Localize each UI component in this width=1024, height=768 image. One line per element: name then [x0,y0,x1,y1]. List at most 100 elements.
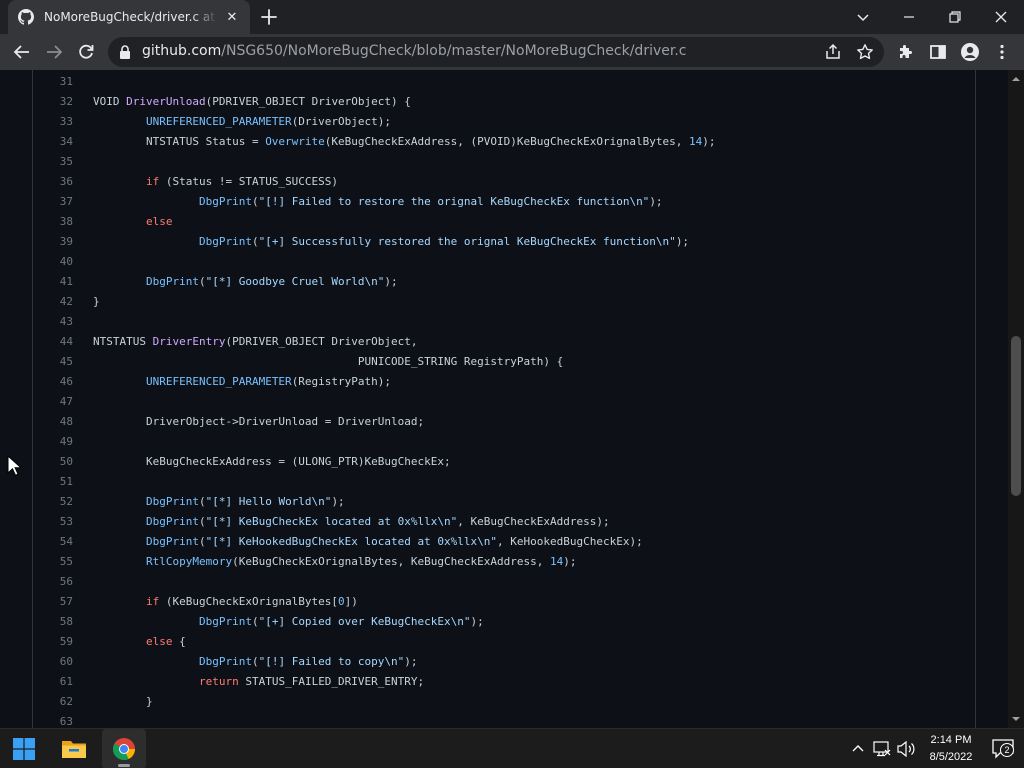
side-panel-button[interactable] [926,40,950,64]
address-bar[interactable]: github.com/NSG650/NoMoreBugCheck/blob/ma… [108,37,884,67]
share-icon[interactable] [824,43,842,61]
code-line: 33 UNREFERENCED_PARAMETER(DriverObject); [33,112,975,132]
extensions-button[interactable] [894,40,918,64]
line-code: DbgPrint("[*] Hello World\n"); [145,495,345,508]
file-explorer-button[interactable] [52,729,96,768]
code-line: 32 VOID DriverUnload(PDRIVER_OBJECT Drive… [33,92,975,112]
line-code: else [145,215,173,228]
reload-button[interactable] [74,40,98,64]
kebab-menu-icon [1000,44,1004,60]
line-number[interactable]: 49 [33,432,73,452]
close-window-button[interactable] [978,0,1024,34]
line-number[interactable]: 40 [33,252,73,272]
page-scrollbar[interactable] [1008,70,1024,728]
windows-logo-icon [13,738,35,760]
restore-button[interactable] [932,0,978,34]
code-line: 36 if (Status != STATUS_SUCCESS) [33,172,975,192]
forward-button[interactable] [42,40,66,64]
line-number[interactable]: 54 [33,532,73,552]
browser-toolbar: github.com/NSG650/NoMoreBugCheck/blob/ma… [0,34,1024,70]
line-number[interactable]: 60 [33,652,73,672]
line-number[interactable]: 51 [33,472,73,492]
line-number[interactable]: 63 [33,712,73,728]
line-number[interactable]: 59 [33,632,73,652]
code-view: 31 32 VOID DriverUnload(PDRIVER_OBJECT Dri… [32,70,976,728]
line-code: VOID DriverUnload(PDRIVER_OBJECT DriverO… [93,95,411,108]
browser-menu-button[interactable] [990,40,1014,64]
back-button[interactable] [10,40,34,64]
chrome-taskbar-button[interactable] [102,729,146,768]
line-number[interactable]: 58 [33,612,73,632]
line-number[interactable]: 38 [33,212,73,232]
line-number[interactable]: 62 [33,692,73,712]
line-code: } [93,295,100,308]
line-number[interactable]: 50 [33,452,73,472]
url-text[interactable]: github.com/NSG650/NoMoreBugCheck/blob/ma… [142,43,686,59]
mouse-cursor-icon [7,455,21,476]
folder-icon [62,741,86,758]
lock-icon[interactable] [118,44,132,60]
line-number[interactable]: 35 [33,152,73,172]
line-number[interactable]: 41 [33,272,73,292]
code-line: 50 KeBugCheckExAddress = (ULONG_PTR)KeBu… [33,452,975,472]
line-number[interactable]: 42 [33,292,73,312]
line-code: DriverObject->DriverUnload = DriverUnloa… [93,415,425,428]
star-icon[interactable] [856,43,874,61]
line-code: DbgPrint("[+] Successfully restored the … [198,235,690,248]
line-code: return STATUS_FAILED_DRIVER_ENTRY; [198,675,425,688]
line-number[interactable]: 31 [33,72,73,92]
arrow-left-icon [13,45,29,59]
line-number[interactable]: 55 [33,552,73,572]
minimize-button[interactable] [886,0,932,34]
line-number[interactable]: 56 [33,572,73,592]
windows-taskbar: 2:14 PM 8/5/2022 2 [0,728,1024,768]
code-line: 41 DbgPrint("[*] Goodbye Cruel World\n")… [33,272,975,292]
line-code: if (Status != STATUS_SUCCESS) [145,175,339,188]
code-line: 40 [33,252,975,272]
line-number[interactable]: 57 [33,592,73,612]
line-code: NTSTATUS DriverEntry(PDRIVER_OBJECT Driv… [93,335,418,348]
show-hidden-icons-button[interactable] [849,740,867,758]
start-button[interactable] [2,729,46,768]
line-code: DbgPrint("[*] KeHookedBugCheckEx located… [145,535,643,548]
line-number[interactable]: 36 [33,172,73,192]
minimize-icon [904,16,914,18]
line-number[interactable]: 34 [33,132,73,152]
line-number[interactable]: 39 [33,232,73,252]
line-number[interactable]: 52 [33,492,73,512]
line-code: DbgPrint("[*] KeBugCheckEx located at 0x… [145,515,610,528]
reload-icon [79,44,94,59]
taskbar-clock[interactable]: 2:14 PM 8/5/2022 [920,732,982,766]
line-number[interactable]: 48 [33,412,73,432]
speaker-icon [897,741,915,757]
scroll-down-icon[interactable] [1011,714,1021,724]
profile-icon [961,43,979,61]
code-line: 45 PUNICODE_STRING RegistryPath) { [33,352,975,372]
line-number[interactable]: 53 [33,512,73,532]
line-number[interactable]: 43 [33,312,73,332]
volume-button[interactable] [897,740,915,758]
line-number[interactable]: 33 [33,112,73,132]
tab-github-driver[interactable]: NoMoreBugCheck/driver.c at master · NSG6… [8,0,250,34]
chevron-up-icon [852,745,864,752]
tab-search-button[interactable] [840,0,886,34]
profile-button[interactable] [958,40,982,64]
scroll-up-icon[interactable] [1011,74,1021,84]
tab-close-button[interactable]: ✕ [224,9,240,25]
code-line: 48 DriverObject->DriverUnload = DriverUn… [33,412,975,432]
line-number[interactable]: 46 [33,372,73,392]
line-code: KeBugCheckExAddress = (ULONG_PTR)KeBugCh… [93,455,451,468]
line-number[interactable]: 32 [33,92,73,112]
line-number[interactable]: 47 [33,392,73,412]
line-number[interactable]: 37 [33,192,73,212]
chrome-icon [113,738,135,760]
network-icon [873,741,891,757]
plus-icon[interactable] [260,8,278,26]
line-number[interactable]: 45 [33,352,73,372]
scrollbar-thumb[interactable] [1011,336,1021,496]
line-number[interactable]: 61 [33,672,73,692]
line-code: DbgPrint("[*] Goodbye Cruel World\n"); [145,275,398,288]
code-line: 59 else { [33,632,975,652]
line-number[interactable]: 44 [33,332,73,352]
network-status-button[interactable] [873,740,891,758]
